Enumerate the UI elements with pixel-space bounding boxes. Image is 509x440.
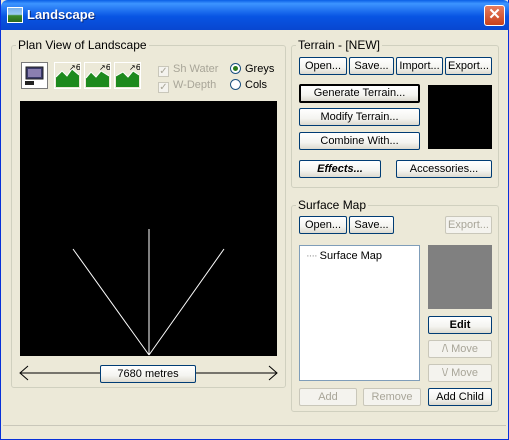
svg-text:↗6: ↗6 [129,63,140,72]
move-down-button[interactable]: \/ Move [428,364,492,382]
surface-export-button[interactable]: Export... [445,216,492,234]
effects-button[interactable]: Effects... [299,160,381,178]
move-up-button[interactable]: /\ Move [428,340,492,358]
generate-terrain-button[interactable]: Generate Terrain... [299,84,420,103]
monitor-icon [25,66,44,85]
cols-radio[interactable]: Cols [230,79,267,91]
terrain-tool-button-1[interactable]: ↗6 [54,62,81,89]
tree-item-label: Surface Map [319,250,383,262]
greys-radio[interactable]: Greys [230,63,274,75]
tree-item-surface-map[interactable]: ···· Surface Map [306,250,382,262]
terrain-open-button[interactable]: Open... [299,57,347,75]
terrain-export-button[interactable]: Export... [445,57,492,75]
terrain-icon: ↗6 [55,63,81,87]
window-title: Landscape [27,7,95,22]
tree-connector: ···· [306,250,318,262]
terrain-preview [428,85,492,149]
surface-map-legend: Surface Map [298,198,367,212]
combine-with-button[interactable]: Combine With... [299,132,420,150]
terrain-legend: Terrain - [NEW] [298,38,381,52]
terrain-icon: ↗6 [85,63,111,87]
view-cone-lines [72,229,225,356]
terrain-tool-button-2[interactable]: ↗6 [84,62,111,89]
svg-text:↗6: ↗6 [69,63,80,72]
close-button[interactable]: ✕ [484,5,505,26]
terrain-tool-button-3[interactable]: ↗6 [114,62,141,89]
sh-water-checkbox[interactable]: ✓ Sh Water [158,63,218,77]
add-child-button[interactable]: Add Child [428,388,492,406]
surface-map-tree[interactable]: ···· Surface Map [299,245,420,381]
modify-terrain-button[interactable]: Modify Terrain... [299,108,420,126]
terrain-icon: ↗6 [115,63,141,87]
title-bar[interactable]: Landscape ✕ [1,0,509,30]
landscape-app-icon [7,7,23,23]
surface-save-button[interactable]: Save... [349,216,394,234]
remove-button[interactable]: Remove [363,388,421,406]
scale-label-button[interactable]: 7680 metres [100,365,196,383]
edit-button[interactable]: Edit [428,316,492,334]
terrain-save-button[interactable]: Save... [349,57,394,75]
checkbox-box: ✓ [158,66,169,77]
svg-text:↗6: ↗6 [99,63,110,72]
radio-dot [230,63,241,74]
radio-dot [230,79,241,90]
checkbox-box: ✓ [158,82,169,93]
w-depth-label: W-Depth [173,79,217,91]
accessories-button[interactable]: Accessories... [396,160,492,178]
w-depth-checkbox[interactable]: ✓ W-Depth [158,79,216,93]
view-mode-button[interactable] [21,62,48,89]
greys-label: Greys [245,63,275,75]
plan-view-legend: Plan View of Landscape [18,38,147,52]
plan-view-canvas[interactable] [20,101,277,356]
landscape-window: Landscape ✕ Plan View of Landscape ↗6 ↗6 [0,0,509,440]
terrain-import-button[interactable]: Import... [396,57,443,75]
surface-open-button[interactable]: Open... [299,216,347,234]
add-button[interactable]: Add [299,388,357,406]
status-bar [3,425,506,439]
sh-water-label: Sh Water [173,63,219,75]
surface-map-swatch [428,245,492,309]
cols-label: Cols [245,79,268,91]
